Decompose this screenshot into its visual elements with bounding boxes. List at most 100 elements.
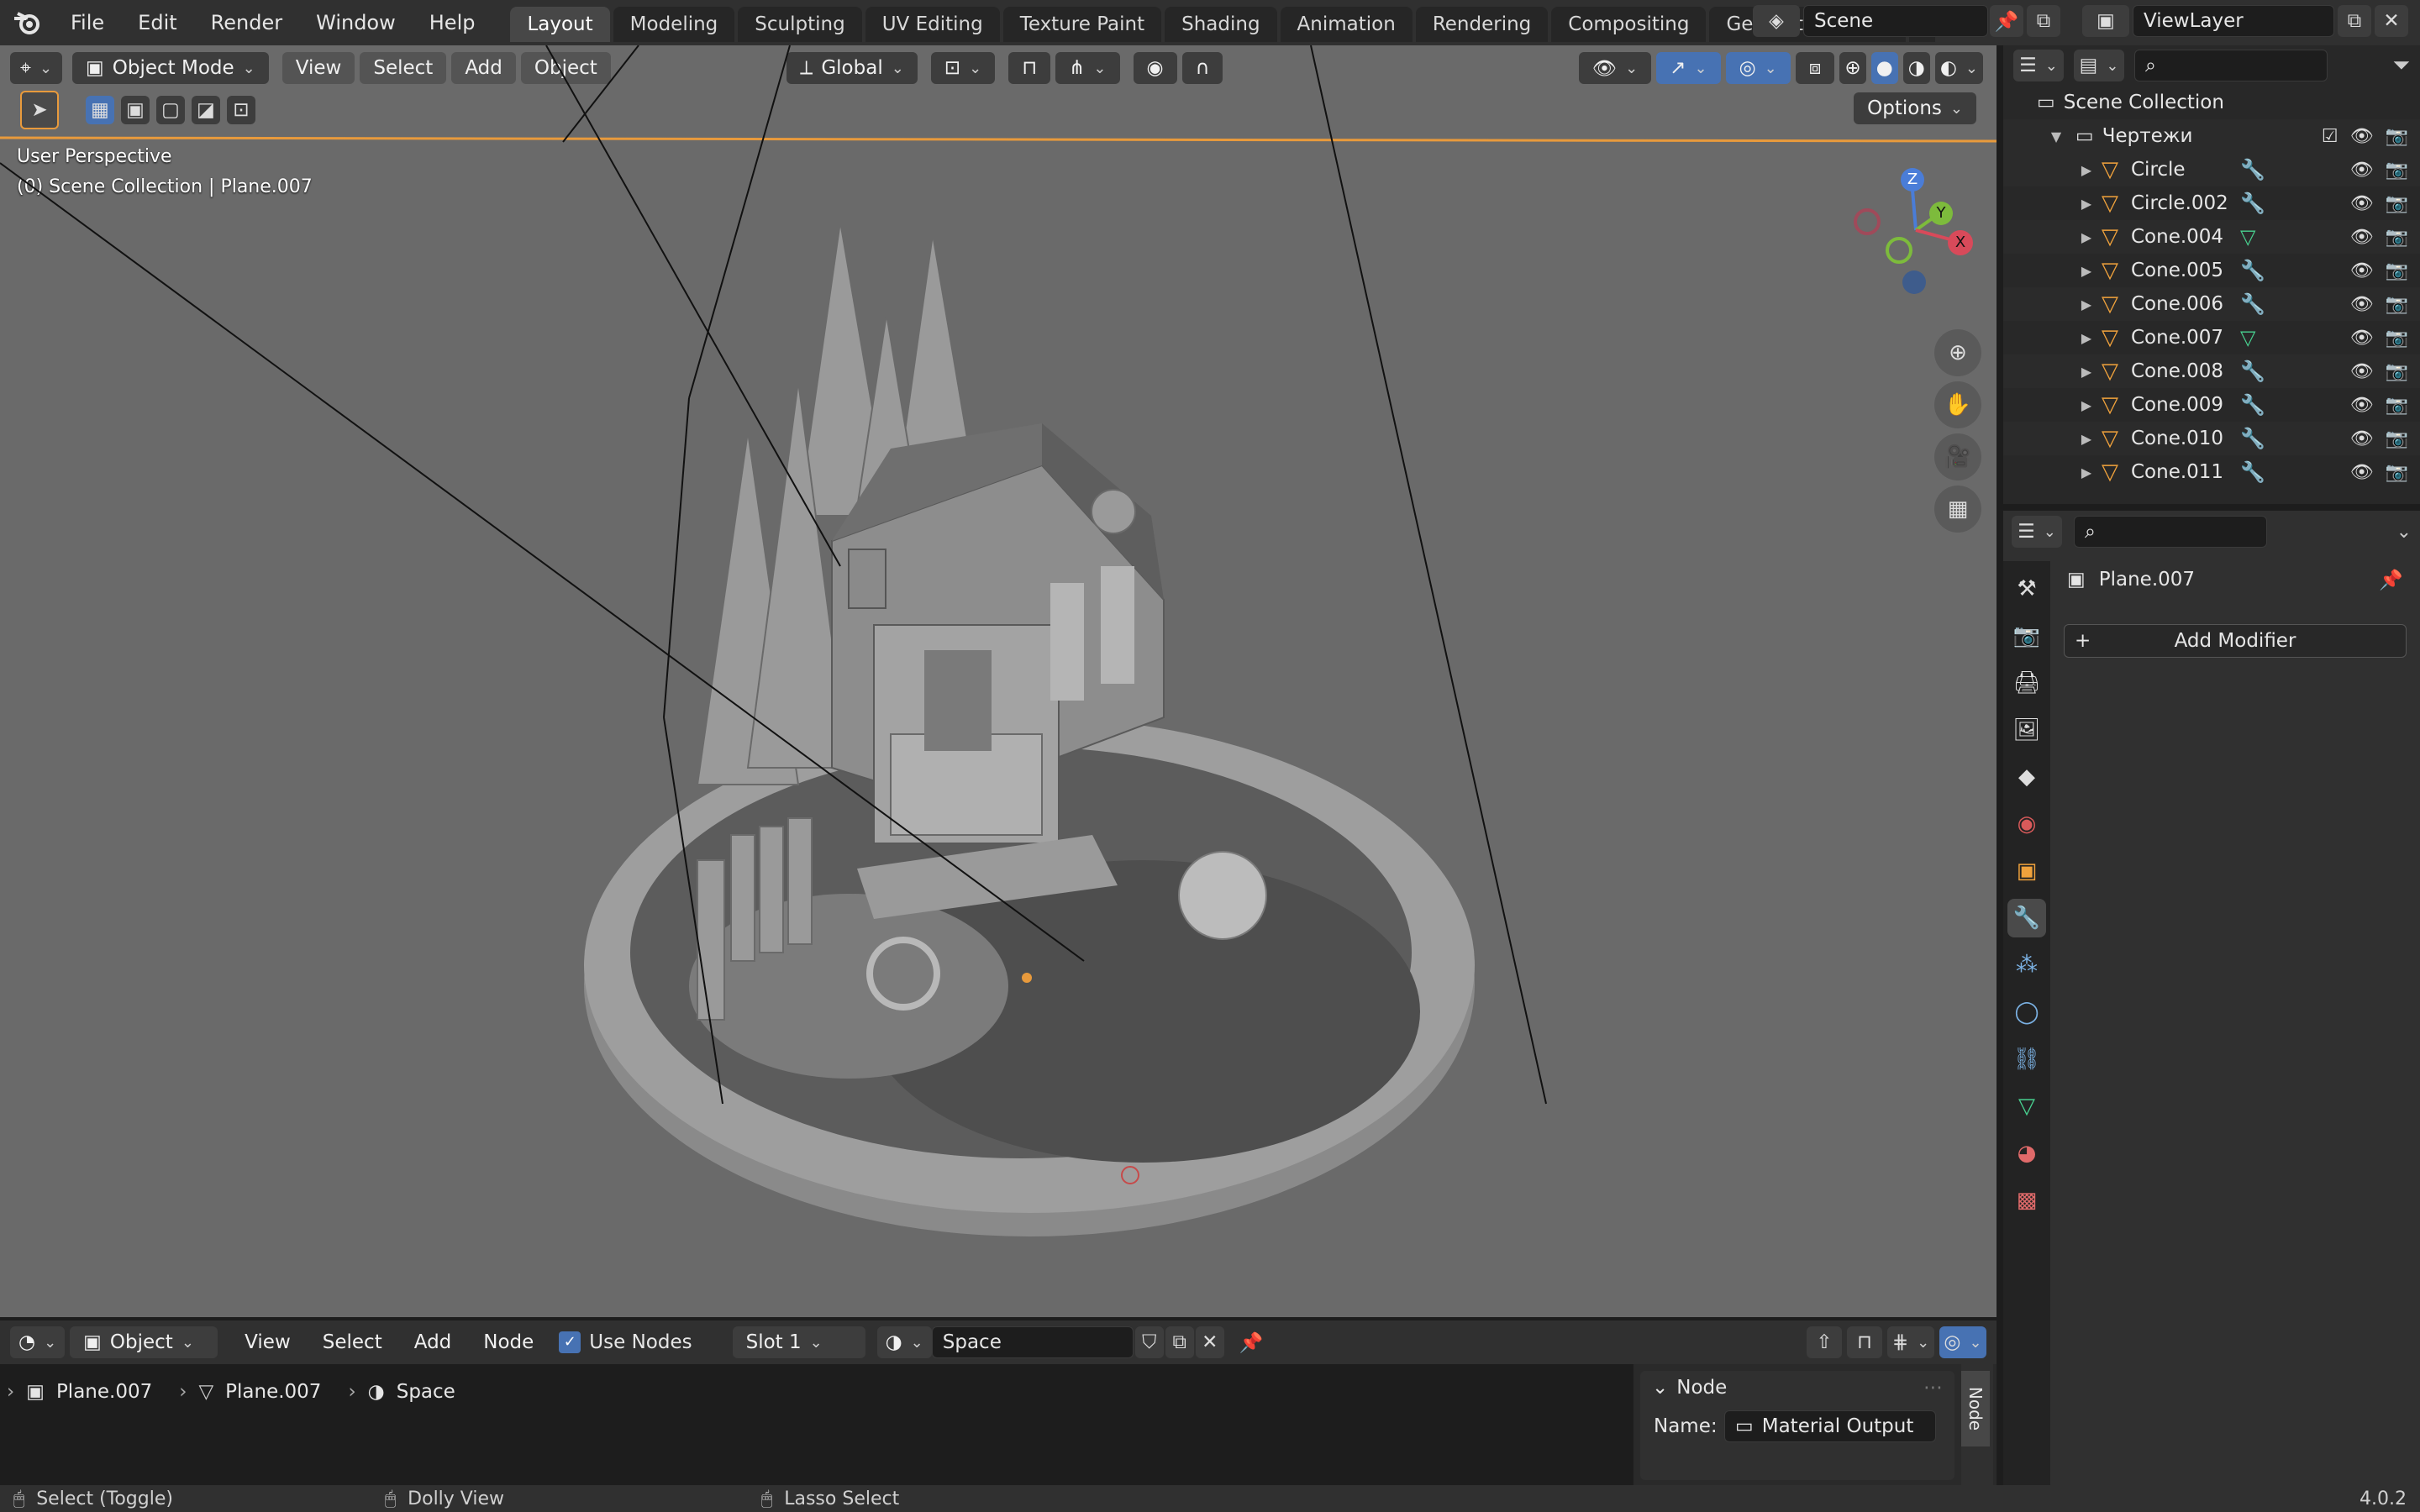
outliner-item[interactable]: ▶ ▽ Cone.006 🔧 👁 📷 xyxy=(2003,287,2420,321)
render-tab-icon[interactable]: 📷 xyxy=(2007,617,2046,655)
new-viewlayer-icon[interactable]: ⧉ xyxy=(2338,5,2371,37)
outliner-search-input[interactable]: ⌕ xyxy=(2134,50,2328,81)
material-browse-icon[interactable]: ◑ xyxy=(876,1326,932,1358)
camera-icon[interactable]: 📷 xyxy=(2386,160,2408,181)
new-scene-icon[interactable]: ⧉ xyxy=(2027,5,2060,37)
constraints-tab-icon[interactable]: ⛓ xyxy=(2007,1040,2046,1079)
eye-icon[interactable]: 👁 xyxy=(2350,428,2374,449)
expand-triangle-icon[interactable]: ▶ xyxy=(2075,330,2097,346)
navigation-gizmo[interactable]: Z Y X xyxy=(1849,146,1983,331)
menu-render[interactable]: Render xyxy=(194,0,299,45)
eye-icon[interactable]: 👁 xyxy=(2350,361,2374,382)
modifier-icon[interactable]: 🔧 xyxy=(2240,259,2265,282)
modifier-icon[interactable]: 🔧 xyxy=(2240,427,2265,450)
eye-icon[interactable]: 👁 xyxy=(2350,294,2374,315)
duplicate-material-icon[interactable]: ⧉ xyxy=(1165,1326,1194,1358)
outliner-item[interactable]: ▶ ▽ Cone.011 🔧 👁 📷 xyxy=(2003,455,2420,489)
display-mode-icon[interactable]: ▤ xyxy=(2074,50,2124,81)
data-tab-icon[interactable]: ▽ xyxy=(2007,1087,2046,1126)
shader-menu-view[interactable]: View xyxy=(231,1326,304,1358)
gizmo-z-axis[interactable]: Z xyxy=(1901,168,1924,192)
physics-tab-icon[interactable]: ◯ xyxy=(2007,993,2046,1032)
material-name-field[interactable]: Space xyxy=(931,1326,1134,1358)
3d-viewport[interactable]: ⌖ ▣ Object Mode View Select Add Object ⟂… xyxy=(0,45,1996,1317)
node-panel-header[interactable]: ⌄ Node ⋯ xyxy=(1640,1371,1954,1404)
outliner-editor-type-icon[interactable]: ☰ xyxy=(2013,50,2064,81)
zoom-icon[interactable]: ⊕ xyxy=(1934,329,1981,376)
modifier-icon[interactable]: 🔧 xyxy=(2240,393,2265,417)
checkbox-checked-icon[interactable]: ✓ xyxy=(559,1331,581,1353)
use-nodes-toggle[interactable]: ✓ Use Nodes xyxy=(559,1331,692,1353)
pin-icon[interactable]: 📌 xyxy=(1990,5,2023,37)
world-tab-icon[interactable]: ◉ xyxy=(2007,805,2046,843)
modifier-icon[interactable]: 🔧 xyxy=(2240,158,2265,181)
tab-compositing[interactable]: Compositing xyxy=(1551,7,1707,42)
overlay-toggle-icon[interactable]: ◎ xyxy=(1939,1326,1986,1358)
particles-tab-icon[interactable]: ⁂ xyxy=(2007,946,2046,984)
tab-layout[interactable]: Layout xyxy=(510,7,610,42)
outliner-item[interactable]: ▶ ▽ Cone.005 🔧 👁 📷 xyxy=(2003,254,2420,287)
tool-tab-icon[interactable]: ⚒ xyxy=(2007,570,2046,608)
eye-icon[interactable]: 👁 xyxy=(2350,328,2374,349)
snap-icon[interactable]: ⊓ xyxy=(1847,1326,1882,1358)
filter-icon[interactable]: ⏷ xyxy=(2392,53,2410,79)
eye-icon[interactable]: 👁 xyxy=(2350,227,2374,248)
shader-menu-select[interactable]: Select xyxy=(309,1326,396,1358)
viewlayer-name-field[interactable]: ViewLayer xyxy=(2133,5,2334,37)
expand-triangle-icon[interactable]: ▶ xyxy=(2075,397,2097,413)
viewlayer-icon[interactable]: ▣ xyxy=(2082,5,2129,37)
camera-icon[interactable]: 📷 xyxy=(2386,361,2408,382)
texture-tab-icon[interactable]: ▩ xyxy=(2007,1181,2046,1220)
scene-tab-icon[interactable]: ◆ xyxy=(2007,758,2046,796)
properties-options-icon[interactable]: ⌄ xyxy=(2396,522,2412,543)
add-modifier-button[interactable]: + Add Modifier xyxy=(2064,624,2407,658)
outliner-item[interactable]: ▶ ▽ Circle 🔧 👁 📷 xyxy=(2003,153,2420,186)
properties-editor-type-icon[interactable]: ☰ xyxy=(2012,516,2062,548)
eye-icon[interactable]: 👁 xyxy=(2350,160,2374,181)
eye-icon[interactable]: 👁 xyxy=(2350,462,2374,483)
outliner-item[interactable]: ▶ ▽ Cone.004 ▽ 👁 📷 xyxy=(2003,220,2420,254)
gizmo-x-axis[interactable]: X xyxy=(1948,230,1973,255)
camera-view-icon[interactable]: 🎥 xyxy=(1934,433,1981,480)
output-tab-icon[interactable]: 🖨 xyxy=(2007,664,2046,702)
scene-name-field[interactable]: Scene xyxy=(1803,5,1988,37)
gizmo-y-axis[interactable]: Y xyxy=(1929,202,1953,225)
parent-node-tree-icon[interactable]: ⇧ xyxy=(1807,1326,1842,1358)
shader-menu-add[interactable]: Add xyxy=(401,1326,466,1358)
camera-icon[interactable]: 📷 xyxy=(2386,193,2408,214)
expand-triangle-icon[interactable]: ▶ xyxy=(2075,431,2097,447)
expand-triangle-icon[interactable]: ▶ xyxy=(2075,162,2097,178)
expand-triangle-icon[interactable]: ▶ xyxy=(2075,196,2097,212)
tab-shading[interactable]: Shading xyxy=(1165,7,1277,42)
modifier-icon[interactable]: 🔧 xyxy=(2240,360,2265,383)
unlink-material-icon[interactable]: ✕ xyxy=(1195,1326,1224,1358)
menu-help[interactable]: Help xyxy=(413,0,492,45)
node-name-field[interactable]: ▭ Material Output xyxy=(1724,1410,1936,1442)
tab-animation[interactable]: Animation xyxy=(1280,7,1413,42)
fake-user-icon[interactable]: ⛉ xyxy=(1134,1326,1164,1358)
menu-file[interactable]: File xyxy=(54,0,121,45)
scene-icon[interactable]: ◈ xyxy=(1753,5,1800,37)
expand-triangle-icon[interactable]: ▶ xyxy=(2075,297,2097,312)
perspective-grid-icon[interactable]: ▦ xyxy=(1934,486,1981,533)
snap-target-icon[interactable]: ⋕ xyxy=(1887,1326,1934,1358)
eye-icon[interactable]: 👁 xyxy=(2350,193,2374,214)
slot-selector[interactable]: Slot 1 xyxy=(732,1326,865,1358)
expand-triangle-icon[interactable]: ▶ xyxy=(2075,465,2097,480)
outliner-item[interactable]: ▶ ▽ Cone.007 ▽ 👁 📷 xyxy=(2003,321,2420,354)
outliner-item[interactable]: ▶ ▽ Cone.008 🔧 👁 📷 xyxy=(2003,354,2420,388)
pin-icon[interactable]: 📌 xyxy=(2379,569,2403,591)
tab-texture-paint[interactable]: Texture Paint xyxy=(1002,7,1162,42)
modifier-icon[interactable]: 🔧 xyxy=(2240,292,2265,316)
sidebar-tab-node[interactable]: Node xyxy=(1961,1371,1990,1446)
camera-icon[interactable]: 📷 xyxy=(2386,395,2408,416)
camera-icon[interactable]: 📷 xyxy=(2386,227,2408,248)
outliner-item[interactable]: ▶ ▽ Cone.010 🔧 👁 📷 xyxy=(2003,422,2420,455)
drag-handle-icon[interactable]: ⋯ xyxy=(1923,1377,1943,1399)
outliner-item[interactable]: ▶ ▽ Circle.002 🔧 👁 📷 xyxy=(2003,186,2420,220)
mesh-icon[interactable]: ▽ xyxy=(2240,326,2255,349)
menu-edit[interactable]: Edit xyxy=(121,0,193,45)
view-layer-tab-icon[interactable]: 🖼 xyxy=(2007,711,2046,749)
properties-search-input[interactable]: ⌕ xyxy=(2074,516,2267,548)
camera-icon[interactable]: 📷 xyxy=(2386,428,2408,449)
